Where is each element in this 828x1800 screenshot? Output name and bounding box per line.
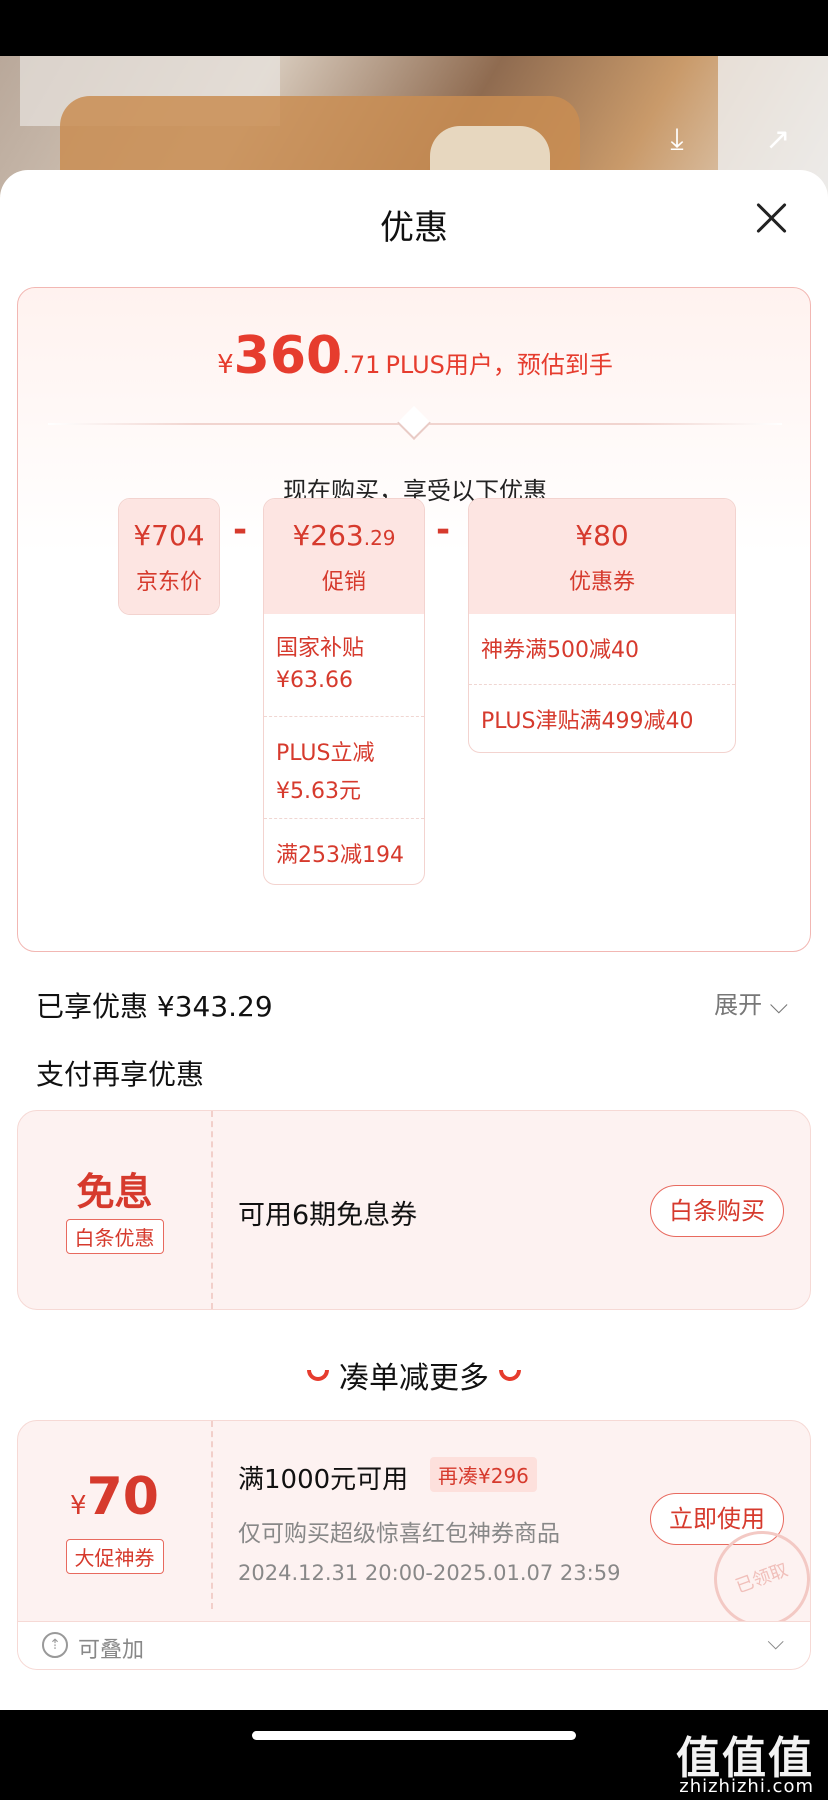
sheet-title: 优惠 <box>380 208 448 248</box>
coupon-item: PLUS津贴满499减40 <box>469 684 735 752</box>
enjoyed-discount: 已享优惠 ¥343.29 <box>36 990 273 1023</box>
minus-sign: - <box>436 510 451 550</box>
jd-price-box: ¥704 京东价 <box>118 498 220 615</box>
jd-price-amount: ¥704 <box>133 519 205 552</box>
interest-free-card: 免息 白条优惠 可用6期免息券 白条购买 <box>17 1110 811 1310</box>
home-indicator[interactable] <box>252 1731 576 1740</box>
share-icon[interactable]: ↗ <box>758 120 798 160</box>
interest-free-badge: 白条优惠 <box>65 1219 164 1254</box>
coupon-card-badge: 大促神券 <box>65 1539 164 1574</box>
interest-free-title: 免息 <box>76 1170 153 1214</box>
baitiao-buy-button[interactable]: 白条购买 <box>650 1185 784 1237</box>
promotion-box: ¥263.29 促销 国家补贴 ¥63.66 PLUS立减 ¥5.63元 满25… <box>263 498 425 885</box>
coupon-card-tag: 再凑¥296 <box>430 1457 537 1492</box>
stackable-row[interactable]: ⇡ 可叠加 ⌵ <box>18 1621 810 1669</box>
interest-free-desc: 可用6期免息券 <box>238 1200 418 1231</box>
stack-icon: ⇡ <box>42 1632 68 1658</box>
download-icon[interactable]: ⤓ <box>657 120 697 160</box>
minus-sign: - <box>233 510 248 550</box>
estimated-price: ¥360.71 PLUS用户，预估到手 <box>217 326 613 386</box>
pay-more-title: 支付再享优惠 <box>36 1058 205 1091</box>
stackable-label: 可叠加 <box>78 1638 145 1663</box>
promotion-item: 满253减194 <box>264 818 424 884</box>
watermark-url: zhizhizhi.com <box>679 1776 814 1797</box>
coupon-card-time: 2024.12.31 20:00-2025.01.07 23:59 <box>238 1561 621 1585</box>
chevron-down-icon[interactable]: ⌵ <box>767 1630 784 1655</box>
close-icon[interactable] <box>750 196 794 240</box>
smile-icon <box>307 1370 329 1381</box>
coupon-card-title: 满1000元可用 <box>238 1465 409 1495</box>
expand-button[interactable]: 展开 ⌵ <box>714 985 788 1020</box>
coupon-card: ¥70 大促神券 满1000元可用 再凑¥296 仅可购买超级惊喜红包神券商品 … <box>17 1420 811 1670</box>
promotion-amount: ¥263.29 <box>292 519 396 552</box>
promotion-item: 国家补贴 ¥63.66 <box>276 636 365 693</box>
coupon-card-amount: ¥70 <box>70 1467 159 1527</box>
divider-notch <box>397 406 431 440</box>
status-bar <box>0 0 828 56</box>
coupon-box: ¥80 优惠券 神券满500减40 PLUS津贴满499减40 <box>468 498 736 753</box>
more-section-title: 凑单减更多 <box>0 1353 828 1397</box>
promotion-item: PLUS立减 ¥5.63元 <box>264 716 424 818</box>
smile-icon <box>499 1370 521 1381</box>
coupon-item: 神券满500减40 <box>481 638 639 663</box>
promotion-label: 促销 <box>321 570 366 595</box>
coupon-card-desc: 仅可购买超级惊喜红包神券商品 <box>238 1521 560 1547</box>
coupon-amount: ¥80 <box>575 519 629 552</box>
jd-price-label: 京东价 <box>135 570 202 595</box>
discount-sheet: 优惠 ¥360.71 PLUS用户，预估到手 现在购买，享受以下优惠 ¥704 … <box>0 170 828 1710</box>
price-summary-card: ¥360.71 PLUS用户，预估到手 现在购买，享受以下优惠 ¥704 京东价… <box>17 287 811 952</box>
coupon-label: 优惠券 <box>568 570 635 595</box>
